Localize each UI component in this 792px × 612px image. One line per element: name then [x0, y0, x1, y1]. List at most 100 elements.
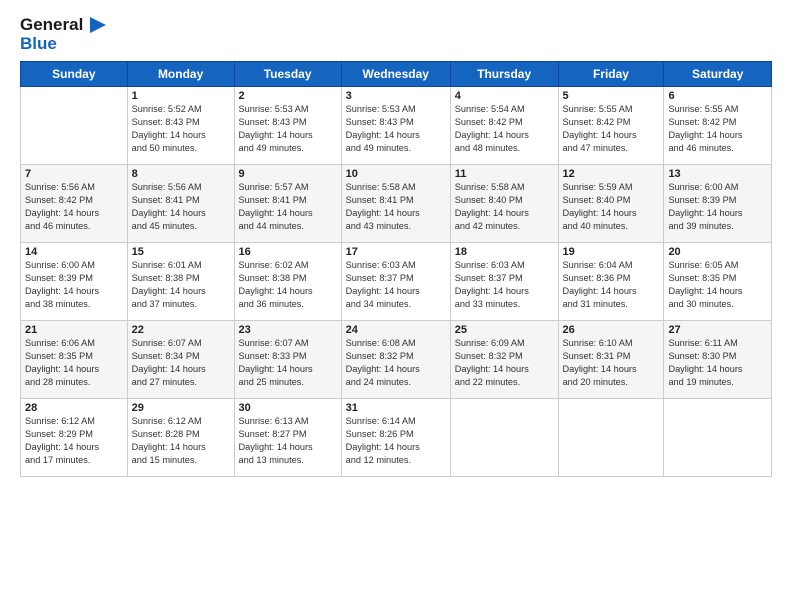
day-info: Sunrise: 6:12 AM Sunset: 8:28 PM Dayligh…	[132, 415, 230, 467]
calendar-cell	[664, 399, 772, 477]
day-info: Sunrise: 5:58 AM Sunset: 8:40 PM Dayligh…	[455, 181, 554, 233]
day-number: 19	[563, 246, 660, 258]
day-info: Sunrise: 6:07 AM Sunset: 8:33 PM Dayligh…	[239, 337, 337, 389]
calendar-cell: 28Sunrise: 6:12 AM Sunset: 8:29 PM Dayli…	[21, 399, 128, 477]
calendar-cell: 29Sunrise: 6:12 AM Sunset: 8:28 PM Dayli…	[127, 399, 234, 477]
calendar-cell: 31Sunrise: 6:14 AM Sunset: 8:26 PM Dayli…	[341, 399, 450, 477]
day-info: Sunrise: 6:06 AM Sunset: 8:35 PM Dayligh…	[25, 337, 123, 389]
day-number: 3	[346, 90, 446, 102]
day-info: Sunrise: 5:56 AM Sunset: 8:42 PM Dayligh…	[25, 181, 123, 233]
calendar-cell: 7Sunrise: 5:56 AM Sunset: 8:42 PM Daylig…	[21, 165, 128, 243]
day-number: 26	[563, 324, 660, 336]
day-number: 13	[668, 168, 767, 180]
calendar-cell	[21, 87, 128, 165]
day-header-wednesday: Wednesday	[341, 62, 450, 87]
calendar-cell: 18Sunrise: 6:03 AM Sunset: 8:37 PM Dayli…	[450, 243, 558, 321]
calendar-cell: 8Sunrise: 5:56 AM Sunset: 8:41 PM Daylig…	[127, 165, 234, 243]
day-info: Sunrise: 5:53 AM Sunset: 8:43 PM Dayligh…	[346, 103, 446, 155]
calendar-cell: 25Sunrise: 6:09 AM Sunset: 8:32 PM Dayli…	[450, 321, 558, 399]
day-header-saturday: Saturday	[664, 62, 772, 87]
calendar-cell: 26Sunrise: 6:10 AM Sunset: 8:31 PM Dayli…	[558, 321, 664, 399]
calendar-cell: 17Sunrise: 6:03 AM Sunset: 8:37 PM Dayli…	[341, 243, 450, 321]
day-info: Sunrise: 5:58 AM Sunset: 8:41 PM Dayligh…	[346, 181, 446, 233]
day-info: Sunrise: 6:11 AM Sunset: 8:30 PM Dayligh…	[668, 337, 767, 389]
day-number: 27	[668, 324, 767, 336]
calendar-week-row: 28Sunrise: 6:12 AM Sunset: 8:29 PM Dayli…	[21, 399, 772, 477]
day-info: Sunrise: 5:53 AM Sunset: 8:43 PM Dayligh…	[239, 103, 337, 155]
day-info: Sunrise: 6:07 AM Sunset: 8:34 PM Dayligh…	[132, 337, 230, 389]
day-number: 11	[455, 168, 554, 180]
calendar-week-row: 14Sunrise: 6:00 AM Sunset: 8:39 PM Dayli…	[21, 243, 772, 321]
day-info: Sunrise: 5:52 AM Sunset: 8:43 PM Dayligh…	[132, 103, 230, 155]
calendar-cell: 4Sunrise: 5:54 AM Sunset: 8:42 PM Daylig…	[450, 87, 558, 165]
day-number: 12	[563, 168, 660, 180]
day-number: 7	[25, 168, 123, 180]
calendar-week-row: 1Sunrise: 5:52 AM Sunset: 8:43 PM Daylig…	[21, 87, 772, 165]
calendar-cell: 11Sunrise: 5:58 AM Sunset: 8:40 PM Dayli…	[450, 165, 558, 243]
day-header-thursday: Thursday	[450, 62, 558, 87]
header: General Blue	[20, 16, 772, 53]
day-number: 2	[239, 90, 337, 102]
calendar-cell: 2Sunrise: 5:53 AM Sunset: 8:43 PM Daylig…	[234, 87, 341, 165]
day-info: Sunrise: 6:05 AM Sunset: 8:35 PM Dayligh…	[668, 259, 767, 311]
day-info: Sunrise: 6:03 AM Sunset: 8:37 PM Dayligh…	[455, 259, 554, 311]
calendar-cell: 10Sunrise: 5:58 AM Sunset: 8:41 PM Dayli…	[341, 165, 450, 243]
calendar-cell: 12Sunrise: 5:59 AM Sunset: 8:40 PM Dayli…	[558, 165, 664, 243]
day-info: Sunrise: 6:10 AM Sunset: 8:31 PM Dayligh…	[563, 337, 660, 389]
logo: General Blue	[20, 16, 106, 53]
day-number: 1	[132, 90, 230, 102]
calendar-cell: 16Sunrise: 6:02 AM Sunset: 8:38 PM Dayli…	[234, 243, 341, 321]
logo-blue: Blue	[20, 34, 57, 53]
day-number: 31	[346, 402, 446, 414]
day-number: 18	[455, 246, 554, 258]
day-number: 9	[239, 168, 337, 180]
day-number: 20	[668, 246, 767, 258]
day-info: Sunrise: 6:02 AM Sunset: 8:38 PM Dayligh…	[239, 259, 337, 311]
day-info: Sunrise: 6:03 AM Sunset: 8:37 PM Dayligh…	[346, 259, 446, 311]
day-number: 4	[455, 90, 554, 102]
calendar-cell: 3Sunrise: 5:53 AM Sunset: 8:43 PM Daylig…	[341, 87, 450, 165]
day-number: 25	[455, 324, 554, 336]
calendar-cell: 14Sunrise: 6:00 AM Sunset: 8:39 PM Dayli…	[21, 243, 128, 321]
day-header-tuesday: Tuesday	[234, 62, 341, 87]
calendar-week-row: 21Sunrise: 6:06 AM Sunset: 8:35 PM Dayli…	[21, 321, 772, 399]
calendar-cell: 13Sunrise: 6:00 AM Sunset: 8:39 PM Dayli…	[664, 165, 772, 243]
calendar-week-row: 7Sunrise: 5:56 AM Sunset: 8:42 PM Daylig…	[21, 165, 772, 243]
day-number: 5	[563, 90, 660, 102]
day-number: 15	[132, 246, 230, 258]
day-number: 30	[239, 402, 337, 414]
day-info: Sunrise: 5:59 AM Sunset: 8:40 PM Dayligh…	[563, 181, 660, 233]
day-info: Sunrise: 6:00 AM Sunset: 8:39 PM Dayligh…	[25, 259, 123, 311]
day-info: Sunrise: 6:13 AM Sunset: 8:27 PM Dayligh…	[239, 415, 337, 467]
day-number: 10	[346, 168, 446, 180]
day-header-monday: Monday	[127, 62, 234, 87]
day-number: 16	[239, 246, 337, 258]
day-number: 21	[25, 324, 123, 336]
calendar-cell: 20Sunrise: 6:05 AM Sunset: 8:35 PM Dayli…	[664, 243, 772, 321]
day-number: 29	[132, 402, 230, 414]
day-number: 14	[25, 246, 123, 258]
calendar-cell: 27Sunrise: 6:11 AM Sunset: 8:30 PM Dayli…	[664, 321, 772, 399]
calendar-cell: 6Sunrise: 5:55 AM Sunset: 8:42 PM Daylig…	[664, 87, 772, 165]
day-number: 24	[346, 324, 446, 336]
logo-text-block: General Blue	[20, 16, 106, 53]
day-number: 8	[132, 168, 230, 180]
calendar-table: SundayMondayTuesdayWednesdayThursdayFrid…	[20, 61, 772, 477]
day-info: Sunrise: 5:57 AM Sunset: 8:41 PM Dayligh…	[239, 181, 337, 233]
day-info: Sunrise: 6:14 AM Sunset: 8:26 PM Dayligh…	[346, 415, 446, 467]
day-info: Sunrise: 6:00 AM Sunset: 8:39 PM Dayligh…	[668, 181, 767, 233]
calendar-cell: 1Sunrise: 5:52 AM Sunset: 8:43 PM Daylig…	[127, 87, 234, 165]
calendar-cell: 22Sunrise: 6:07 AM Sunset: 8:34 PM Dayli…	[127, 321, 234, 399]
calendar-cell	[450, 399, 558, 477]
day-info: Sunrise: 5:56 AM Sunset: 8:41 PM Dayligh…	[132, 181, 230, 233]
calendar-cell: 21Sunrise: 6:06 AM Sunset: 8:35 PM Dayli…	[21, 321, 128, 399]
day-info: Sunrise: 6:04 AM Sunset: 8:36 PM Dayligh…	[563, 259, 660, 311]
day-number: 28	[25, 402, 123, 414]
day-info: Sunrise: 6:08 AM Sunset: 8:32 PM Dayligh…	[346, 337, 446, 389]
day-info: Sunrise: 5:54 AM Sunset: 8:42 PM Dayligh…	[455, 103, 554, 155]
calendar-cell: 5Sunrise: 5:55 AM Sunset: 8:42 PM Daylig…	[558, 87, 664, 165]
calendar-page: General Blue SundayMondayTuesdayWednesda…	[0, 0, 792, 612]
calendar-cell	[558, 399, 664, 477]
logo-arrow-icon	[90, 17, 106, 35]
day-info: Sunrise: 6:09 AM Sunset: 8:32 PM Dayligh…	[455, 337, 554, 389]
